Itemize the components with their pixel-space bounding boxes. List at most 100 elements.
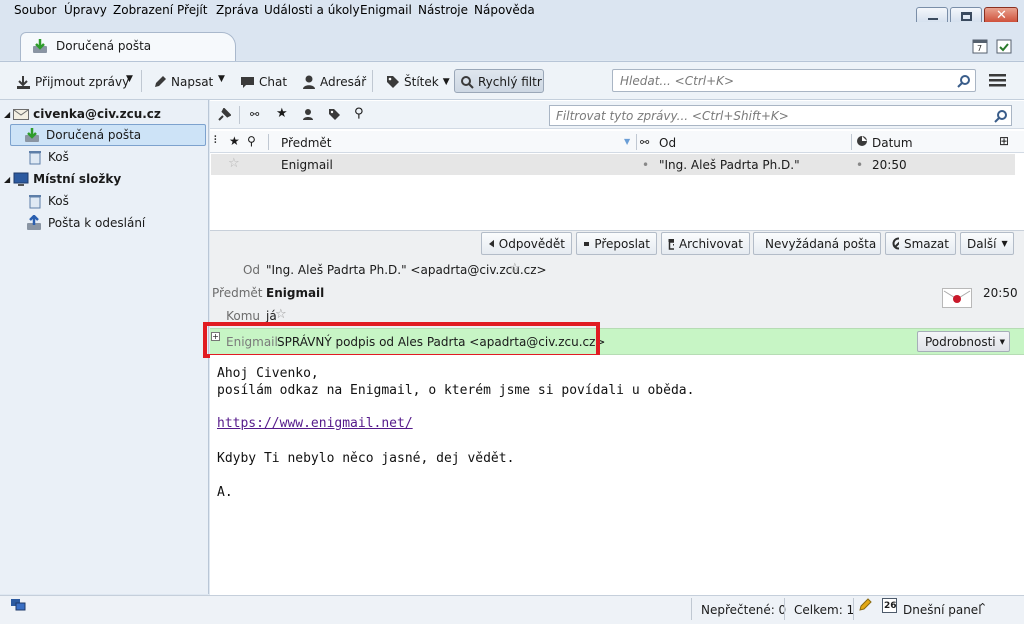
delete-label: Smazat	[903, 236, 949, 251]
download-icon	[17, 75, 30, 89]
thread-column-icon[interactable]: ⫶	[214, 135, 217, 146]
menu-file[interactable]: Soubor	[14, 3, 56, 17]
computer-icon	[13, 172, 29, 186]
star-column-icon[interactable]: ★	[229, 134, 240, 148]
tasks-tab-icon[interactable]	[996, 38, 1012, 54]
online-status-icon[interactable]	[10, 598, 26, 612]
chevron-down-icon: ▼	[1001, 239, 1008, 248]
star-filter-icon[interactable]: ★	[276, 106, 288, 121]
folder-inbox[interactable]: Doručená pošta	[10, 124, 206, 146]
menu-go[interactable]: Přejít	[177, 3, 207, 17]
star-outline-icon[interactable]: ☆	[509, 261, 521, 276]
archive-button[interactable]: Archivovat	[661, 232, 750, 255]
folder-trash[interactable]: Koš	[0, 146, 208, 168]
tag-filter-icon[interactable]	[328, 108, 341, 121]
status-separator	[691, 598, 692, 620]
delete-button[interactable]: Smazat	[885, 232, 956, 255]
chat-button[interactable]: Chat	[240, 72, 287, 92]
more-button[interactable]: Další ▼	[960, 232, 1014, 255]
search-icon	[461, 75, 474, 89]
chevron-down-icon[interactable]: ▼	[126, 74, 133, 84]
global-search-input[interactable]: Hledat... <Ctrl+K>	[612, 69, 976, 92]
reply-button[interactable]: Odpovědět	[481, 232, 572, 255]
outbox-label: Pošta k odeslání	[48, 216, 146, 230]
today-pane-button[interactable]: Dnešní panel	[903, 603, 982, 617]
app-menu-button[interactable]	[989, 73, 1006, 88]
subject-value: Enigmail	[266, 286, 325, 300]
read-dot-icon[interactable]: •	[642, 158, 649, 172]
menu-bar: Soubor Úpravy Zobrazení Přejít Zpráva Ud…	[0, 0, 1024, 22]
write-label: Napsat	[171, 75, 214, 89]
chevron-down-icon[interactable]: ▼	[218, 74, 225, 84]
body-line: Ahoj Civenko,	[217, 366, 319, 381]
quick-filter-content: Rychlý filtr	[461, 72, 542, 92]
date-column[interactable]: Datum	[872, 136, 913, 150]
signed-envelope-icon[interactable]	[942, 288, 972, 308]
address-book-button[interactable]: Adresář	[302, 72, 366, 92]
menu-message[interactable]: Zpráva	[216, 3, 259, 17]
folder-outbox[interactable]: Pošta k odeslání	[0, 212, 208, 234]
tag-button[interactable]: Štítek ▼	[386, 72, 450, 92]
outbox-icon	[27, 215, 41, 230]
star-outline-icon[interactable]: ☆	[228, 156, 240, 171]
calendar-icon[interactable]: 26	[882, 598, 897, 613]
collapse-icon: ◢	[4, 109, 11, 119]
message-from: "Ing. Aleš Padrta Ph.D."	[659, 158, 800, 172]
body-line: Kdyby Ti nebylo něco jasné, dej vědět.	[217, 451, 515, 466]
person-icon	[303, 75, 315, 89]
body-link[interactable]: https://www.enigmail.net/	[217, 416, 413, 431]
menu-tools[interactable]: Nástroje	[418, 3, 468, 17]
forward-label: Přeposlat	[594, 236, 650, 251]
contact-filter-icon[interactable]	[302, 108, 314, 121]
menu-help[interactable]: Nápověda	[474, 3, 535, 17]
details-label: Podrobnosti	[925, 334, 996, 349]
from-label: Od	[242, 263, 260, 277]
chevron-up-icon[interactable]: ⌃	[978, 601, 987, 614]
column-separator	[636, 134, 637, 150]
folder-account[interactable]: ◢ civenka@civ.zcu.cz	[0, 103, 208, 125]
search-icon	[957, 75, 970, 88]
archive-box-icon	[668, 238, 674, 250]
chat-label: Chat	[259, 75, 288, 89]
column-picker-icon[interactable]: ⊞	[999, 134, 1009, 148]
tag-icon	[387, 76, 399, 88]
menu-view[interactable]: Zobrazení	[113, 3, 173, 17]
search-placeholder: Hledat... <Ctrl+K>	[620, 74, 735, 88]
filter-separator	[239, 106, 240, 124]
date-column-icon	[856, 135, 868, 147]
attachment-filter-icon[interactable]: ⚲	[354, 106, 364, 121]
from-value[interactable]: "Ing. Aleš Padrta Ph.D." <apadrta@civ.zc…	[266, 263, 547, 277]
unread-filter-icon[interactable]: ⚯	[250, 108, 259, 121]
folder-local-trash[interactable]: Koš	[0, 190, 208, 212]
chat-icon	[241, 77, 254, 88]
attachment-column-icon[interactable]: ⚲	[247, 134, 256, 148]
read-column-icon[interactable]: ⚯	[640, 136, 649, 149]
menu-events-tasks[interactable]: Události a úkoly	[264, 3, 360, 17]
forward-button[interactable]: Přeposlat	[576, 232, 657, 255]
tab-inbox[interactable]: Doručená pošta	[20, 32, 236, 62]
trash-icon	[29, 194, 41, 208]
get-mail-button[interactable]: Přijmout zprávy	[16, 72, 129, 92]
status-separator	[853, 598, 854, 620]
pin-icon[interactable]	[217, 108, 231, 122]
toolbar-separator	[141, 70, 142, 92]
folder-local-folders[interactable]: ◢ Místní složky	[0, 168, 208, 190]
from-column[interactable]: Od	[659, 136, 676, 150]
pencil-icon[interactable]	[858, 598, 872, 612]
calendar-tab-icon[interactable]: 7	[972, 38, 988, 54]
menu-edit[interactable]: Úpravy	[64, 3, 107, 17]
junk-button[interactable]: Nevyžádaná pošta	[753, 232, 881, 255]
subject-label: Předmět	[212, 286, 263, 300]
star-outline-icon[interactable]: ☆	[275, 307, 287, 322]
filter-placeholder: Filtrovat tyto zprávy... <Ctrl+Shift+K>	[556, 109, 789, 123]
menu-enigmail[interactable]: Enigmail	[360, 3, 412, 17]
write-button[interactable]: Napsat	[153, 72, 213, 92]
junk-label: Nevyžádaná pošta	[765, 236, 877, 251]
message-subject: Enigmail	[281, 158, 333, 172]
details-button[interactable]: Podrobnosti ▼	[917, 331, 1010, 352]
subject-column[interactable]: Předmět	[281, 136, 331, 150]
local-folders-label: Místní složky	[33, 172, 122, 186]
filter-messages-input[interactable]: Filtrovat tyto zprávy... <Ctrl+Shift+K>	[549, 105, 1012, 126]
inbox-icon	[32, 38, 48, 54]
account-label: civenka@civ.zcu.cz	[33, 107, 161, 121]
